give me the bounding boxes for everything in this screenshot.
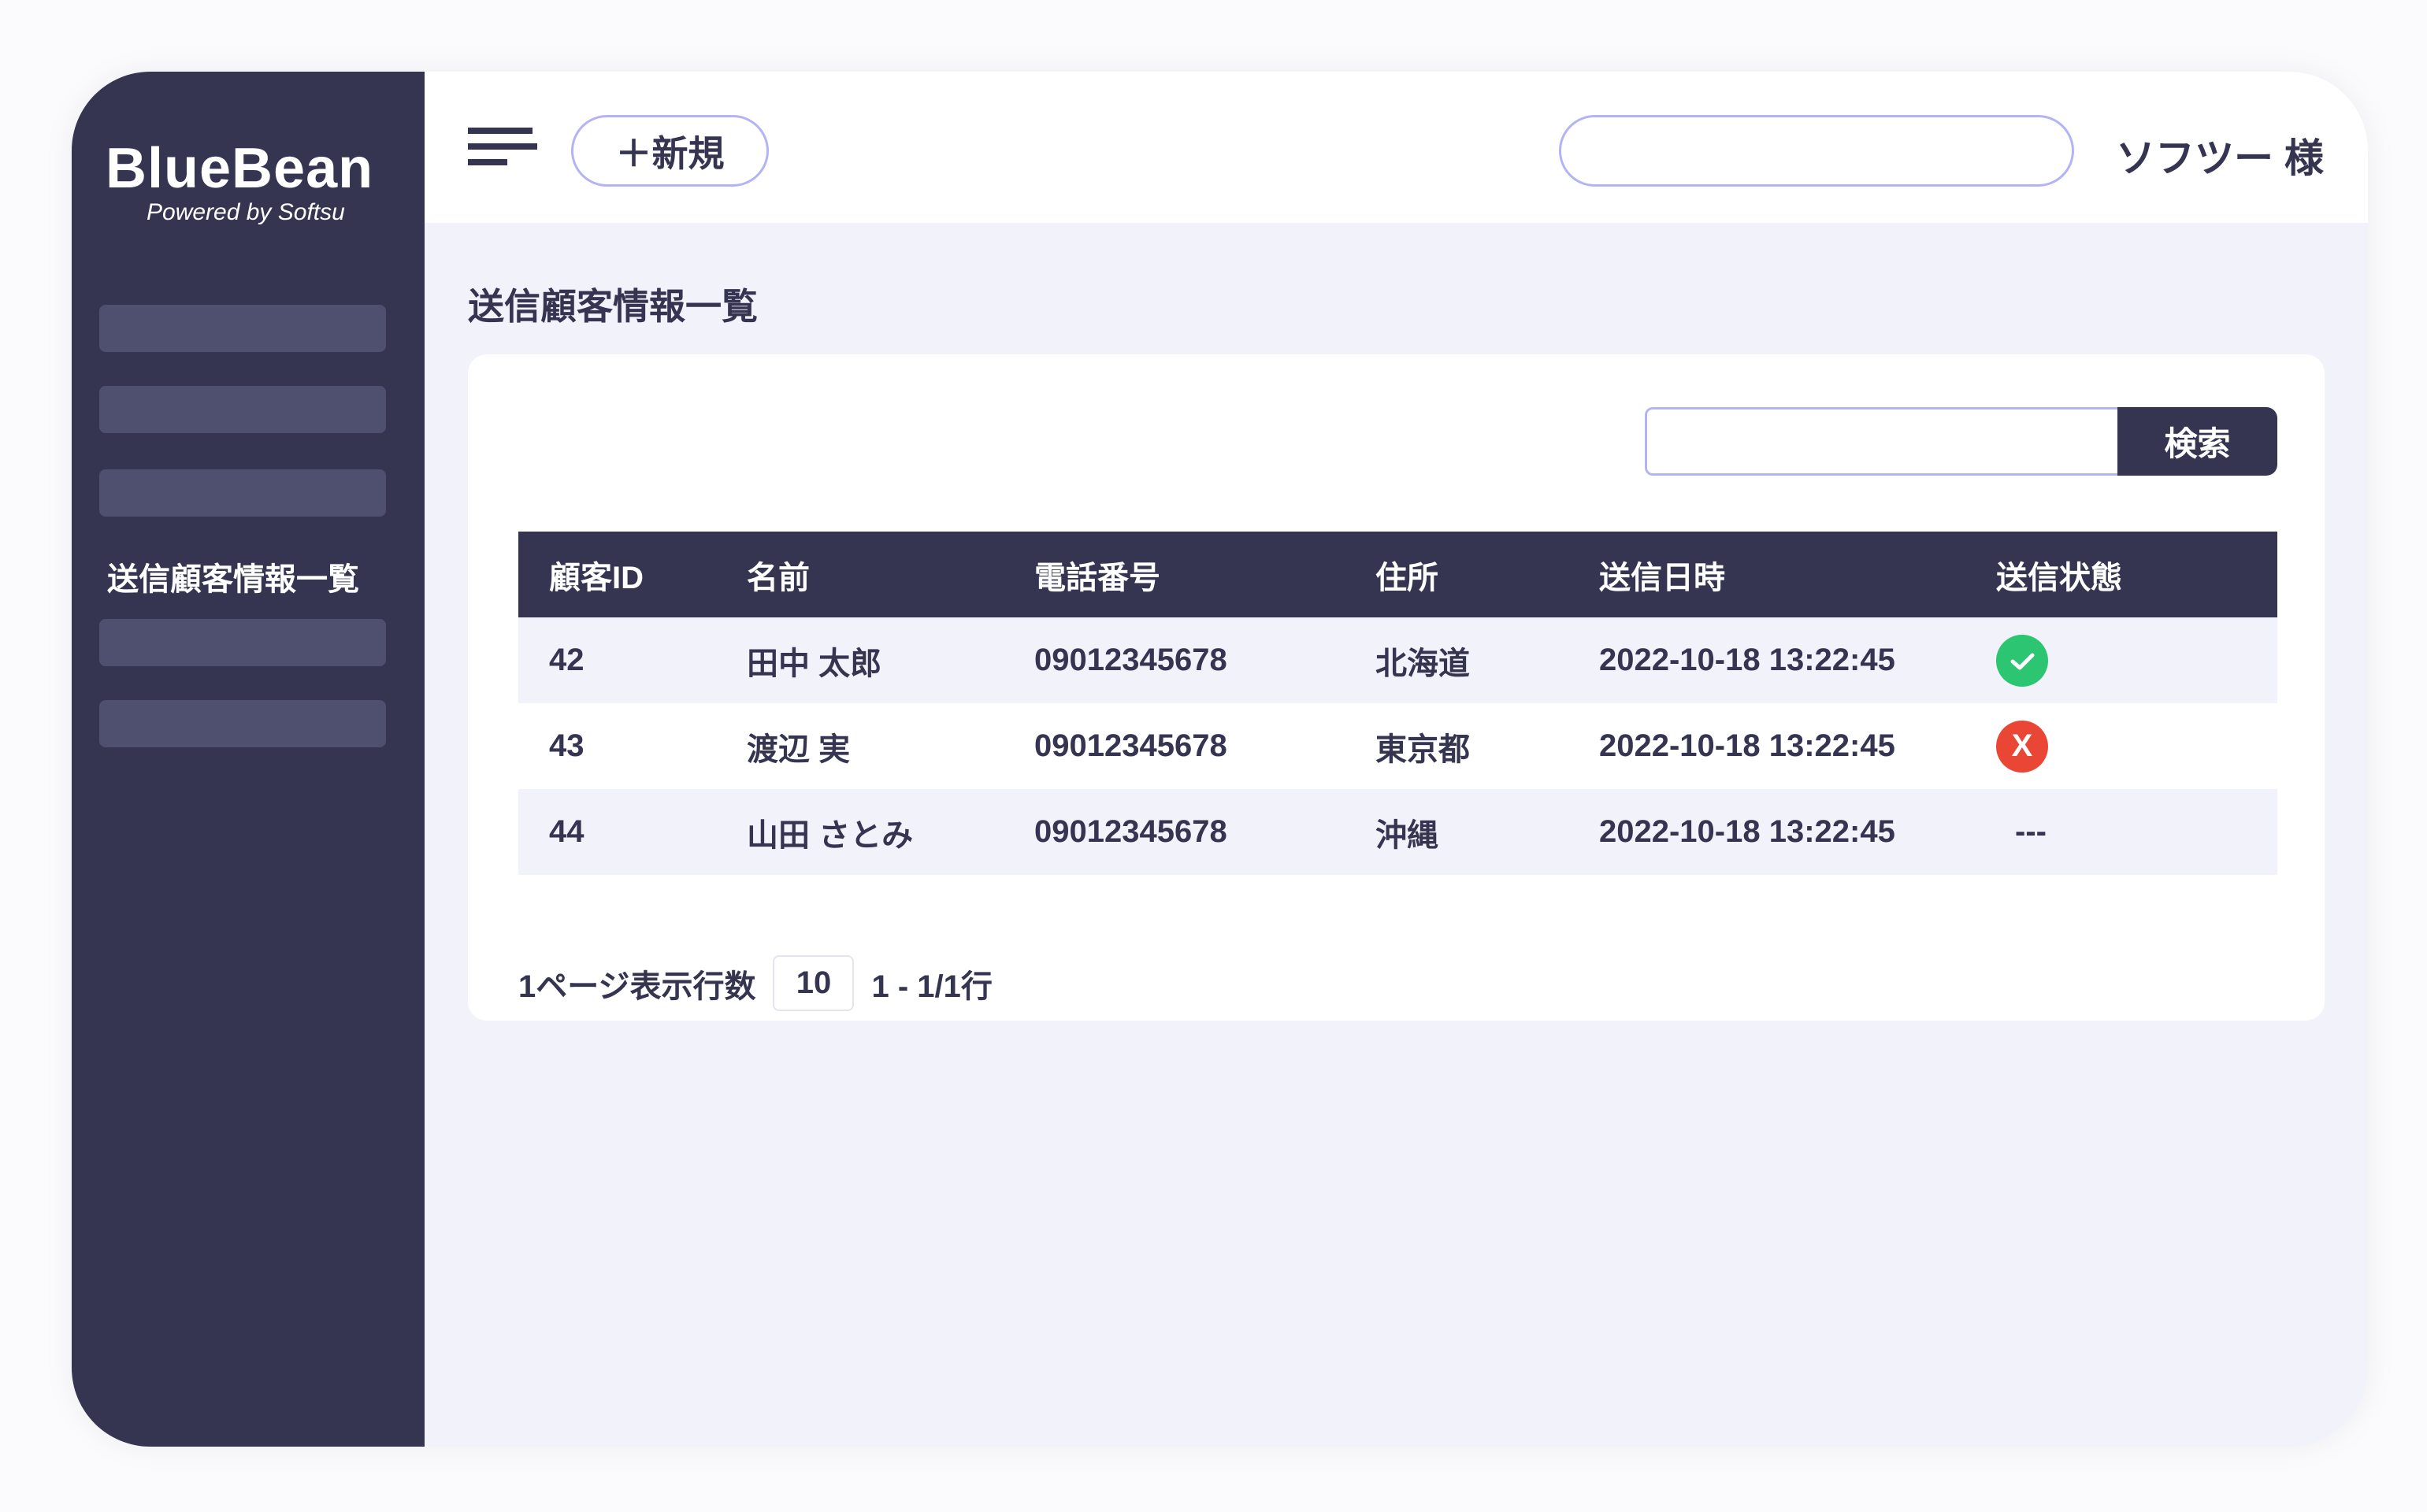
column-header: 顧客ID xyxy=(549,560,644,595)
cell-address: 沖縄 xyxy=(1375,817,1438,853)
logo-tagline: Powered by Softsu xyxy=(147,199,345,225)
sidebar: BlueBean Powered by Softsu 送信顧客情報一覧 xyxy=(72,72,425,1447)
sidebar-item-3[interactable] xyxy=(99,469,386,517)
content-panel: 検索 顧客ID 名前 電話番号 住所 送信日時 送信状態 42 田中 太郎 09… xyxy=(468,354,2325,1021)
cell-name: 田中 太郎 xyxy=(747,646,882,681)
cell-id: 44 xyxy=(549,814,584,849)
check-icon xyxy=(1996,634,2048,687)
user-name[interactable]: ソフツー 様 xyxy=(2116,127,2324,183)
cell-name: 山田 さとみ xyxy=(747,817,914,853)
cell-phone: 09012345678 xyxy=(1034,643,1227,677)
pagination: 1ページ表示行数 10 1 - 1/1行 xyxy=(518,955,993,1011)
cell-id: 43 xyxy=(549,728,584,763)
header-search-input[interactable] xyxy=(1559,115,2074,187)
search-button[interactable]: 検索 xyxy=(2117,407,2277,476)
cell-status xyxy=(1996,617,2048,703)
cell-sent-at: 2022-10-18 13:22:45 xyxy=(1599,728,1895,763)
error-x-icon: X xyxy=(1996,720,2048,773)
page-title: 送信顧客情報一覧 xyxy=(468,286,758,327)
sidebar-item-active[interactable]: 送信顧客情報一覧 xyxy=(107,554,359,599)
sidebar-item-2[interactable] xyxy=(99,386,386,433)
app-window: BlueBean Powered by Softsu 送信顧客情報一覧 ＋新規 … xyxy=(72,72,2368,1447)
column-header: 住所 xyxy=(1375,560,1438,595)
rows-per-page-select[interactable]: 10 xyxy=(773,955,855,1011)
new-button[interactable]: ＋新規 xyxy=(571,115,769,187)
cell-phone: 09012345678 xyxy=(1034,814,1227,849)
cell-address: 北海道 xyxy=(1375,646,1470,681)
column-header: 送信状態 xyxy=(1996,560,2122,595)
cell-sent-at: 2022-10-18 13:22:45 xyxy=(1599,814,1895,849)
rows-per-page-label: 1ページ表示行数 xyxy=(518,969,756,1004)
column-header: 送信日時 xyxy=(1599,560,1725,595)
cell-phone: 09012345678 xyxy=(1034,728,1227,763)
customer-table: 顧客ID 名前 電話番号 住所 送信日時 送信状態 42 田中 太郎 09012… xyxy=(518,532,2277,875)
cell-id: 42 xyxy=(549,643,584,677)
sidebar-item-1[interactable] xyxy=(99,305,386,352)
column-header: 名前 xyxy=(747,560,810,595)
sidebar-item-4[interactable] xyxy=(99,619,386,666)
menu-icon[interactable] xyxy=(468,128,537,165)
logo: BlueBean xyxy=(106,137,374,200)
header: ＋新規 ソフツー 様 xyxy=(425,72,2368,223)
cell-status: X xyxy=(1996,703,2048,789)
page-range: 1 - 1/1行 xyxy=(871,969,993,1004)
search-input[interactable] xyxy=(1645,407,2117,476)
table-row[interactable]: 44 山田 さとみ 09012345678 沖縄 2022-10-18 13:2… xyxy=(518,789,2277,875)
table-header: 顧客ID 名前 電話番号 住所 送信日時 送信状態 xyxy=(518,532,2277,617)
table-row[interactable]: 42 田中 太郎 09012345678 北海道 2022-10-18 13:2… xyxy=(518,617,2277,703)
table-row[interactable]: 43 渡辺 実 09012345678 東京都 2022-10-18 13:22… xyxy=(518,703,2277,789)
cell-name: 渡辺 実 xyxy=(747,732,851,767)
cell-sent-at: 2022-10-18 13:22:45 xyxy=(1599,643,1895,677)
column-header: 電話番号 xyxy=(1034,560,1160,595)
sidebar-item-5[interactable] xyxy=(99,700,386,747)
cell-status: --- xyxy=(2015,814,2047,849)
cell-address: 東京都 xyxy=(1375,732,1470,767)
